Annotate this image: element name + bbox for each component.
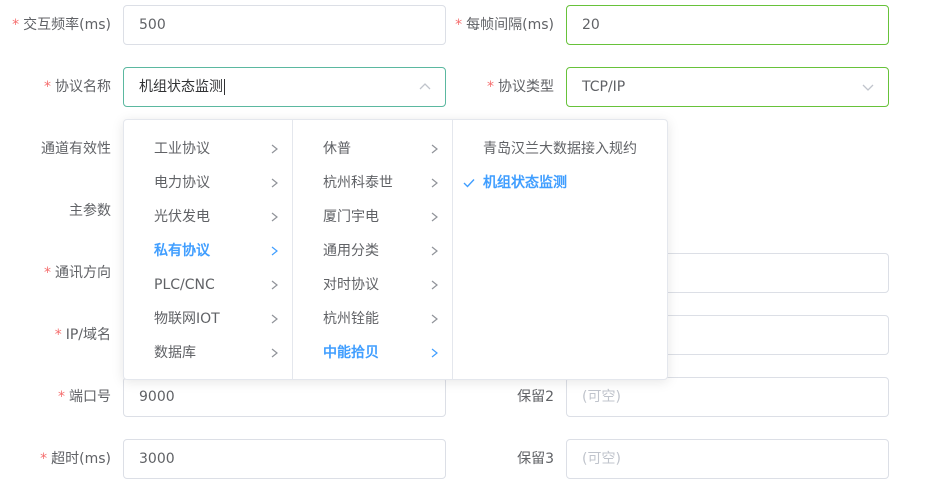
chevron-right-icon [431, 144, 438, 154]
port-value: 9000 [139, 389, 175, 405]
cascader-option[interactable]: 数据库 [124, 336, 292, 370]
cascader-menu-level1: 工业协议 电力协议 光伏发电 私有协议 PLC/CNC 物联网IOT 数据库 [124, 120, 293, 379]
chevron-right-icon [431, 348, 438, 358]
reserve2-placeholder: (可空) [582, 389, 621, 405]
cascader-option[interactable]: 对时协议 [293, 268, 452, 302]
cascader-option[interactable]: PLC/CNC [124, 268, 292, 302]
cascader-option-selected[interactable]: 私有协议 [124, 234, 292, 268]
port-input[interactable]: 9000 [123, 377, 446, 417]
cascader-option[interactable]: 光伏发电 [124, 200, 292, 234]
reserve2-label-text: 保留2 [517, 389, 554, 405]
cascader-option-selected[interactable]: 中能拾贝 [293, 336, 452, 370]
reserve3-input[interactable]: (可空) [566, 439, 889, 479]
interaction-freq-input[interactable]: 500 [123, 5, 446, 45]
comm-direction-label: * 通讯方向 [44, 265, 111, 281]
chevron-right-icon [431, 212, 438, 222]
chevron-right-icon [271, 280, 278, 290]
chevron-right-icon [271, 212, 278, 222]
port-label-text: 端口号 [69, 389, 111, 405]
interaction-freq-label: * 交互频率(ms) [12, 17, 111, 33]
cascader-menu-level3: 青岛汉兰大数据接入规约 机组状态监测 [453, 120, 667, 379]
chevron-down-icon [862, 84, 874, 91]
cascader-option[interactable]: 厦门宇电 [293, 200, 452, 234]
reserve3-label: 保留3 [517, 449, 554, 469]
chevron-right-icon [271, 348, 278, 358]
frame-interval-label-text: 每帧间隔(ms) [466, 17, 554, 33]
cascader-option[interactable]: 电力协议 [124, 166, 292, 200]
chevron-right-icon [271, 144, 278, 154]
cascader-option[interactable]: 杭州铨能 [293, 302, 452, 336]
channel-valid-label-text: 通道有效性 [41, 141, 111, 157]
timeout-input[interactable]: 3000 [123, 439, 446, 479]
text-cursor [224, 79, 225, 95]
protocol-name-cascader[interactable]: 机组状态监测 [123, 67, 446, 107]
ip-domain-label: * IP/域名 [54, 327, 111, 343]
chevron-right-icon [271, 178, 278, 188]
cascader-option[interactable]: 杭州科泰世 [293, 166, 452, 200]
check-icon [463, 179, 475, 188]
reserve2-input[interactable]: (可空) [566, 377, 889, 417]
cascader-dropdown: 工业协议 电力协议 光伏发电 私有协议 PLC/CNC 物联网IOT 数据库 休… [123, 119, 668, 380]
main-param-label-text: 主参数 [69, 203, 111, 219]
cascader-option-selected[interactable]: 机组状态监测 [453, 166, 667, 200]
main-param-label: 主参数 [69, 201, 111, 221]
frame-interval-label: * 每帧间隔(ms) [455, 17, 554, 33]
channel-valid-label: 通道有效性 [41, 139, 111, 159]
protocol-type-label: * 协议类型 [487, 79, 554, 95]
chevron-right-icon [431, 280, 438, 290]
cascader-option[interactable]: 物联网IOT [124, 302, 292, 336]
interaction-freq-label-text: 交互频率(ms) [23, 17, 111, 33]
protocol-name-label-text: 协议名称 [55, 79, 111, 95]
interaction-freq-value: 500 [139, 17, 166, 33]
chevron-right-icon [431, 314, 438, 324]
chevron-right-icon [271, 314, 278, 324]
frame-interval-value: 20 [582, 17, 600, 33]
protocol-type-select[interactable]: TCP/IP [566, 67, 889, 107]
protocol-type-value: TCP/IP [582, 79, 626, 95]
port-label: * 端口号 [58, 389, 111, 405]
chevron-right-icon [431, 246, 438, 256]
ip-domain-label-text: IP/域名 [65, 327, 111, 343]
cascader-option[interactable]: 青岛汉兰大数据接入规约 [453, 132, 667, 166]
comm-direction-label-text: 通讯方向 [55, 265, 111, 281]
frame-interval-input[interactable]: 20 [566, 5, 889, 45]
timeout-label: * 超时(ms) [40, 451, 111, 467]
chevron-right-icon [271, 246, 278, 256]
protocol-type-label-text: 协议类型 [498, 79, 554, 95]
cascader-option[interactable]: 通用分类 [293, 234, 452, 268]
cascader-option[interactable]: 休普 [293, 132, 452, 166]
reserve2-label: 保留2 [517, 387, 554, 407]
cascader-option[interactable]: 工业协议 [124, 132, 292, 166]
protocol-name-label: * 协议名称 [44, 79, 111, 95]
cascader-menu-level2: 休普 杭州科泰世 厦门宇电 通用分类 对时协议 杭州铨能 中能拾贝 [293, 120, 453, 379]
chevron-right-icon [431, 178, 438, 188]
chevron-up-icon [419, 83, 431, 90]
protocol-name-value: 机组状态监测 [139, 79, 223, 95]
